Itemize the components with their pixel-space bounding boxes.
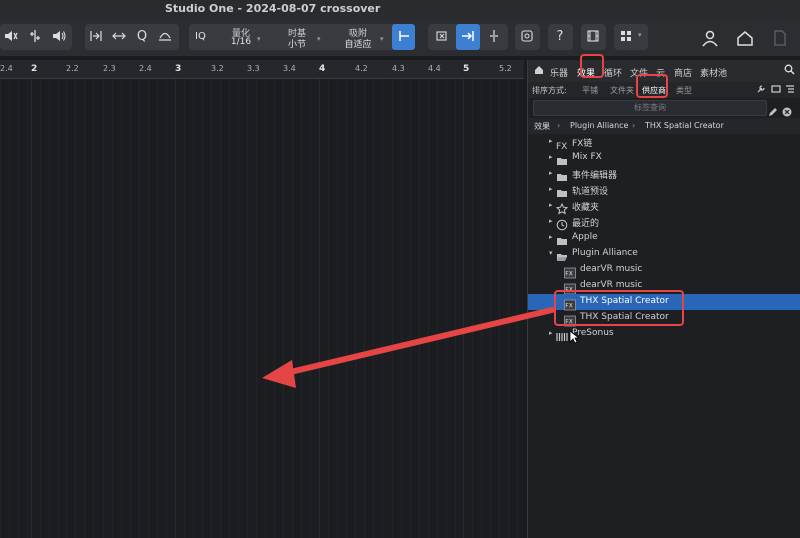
annotation-arrow: [262, 307, 555, 388]
mouse-cursor-icon: [569, 330, 579, 344]
